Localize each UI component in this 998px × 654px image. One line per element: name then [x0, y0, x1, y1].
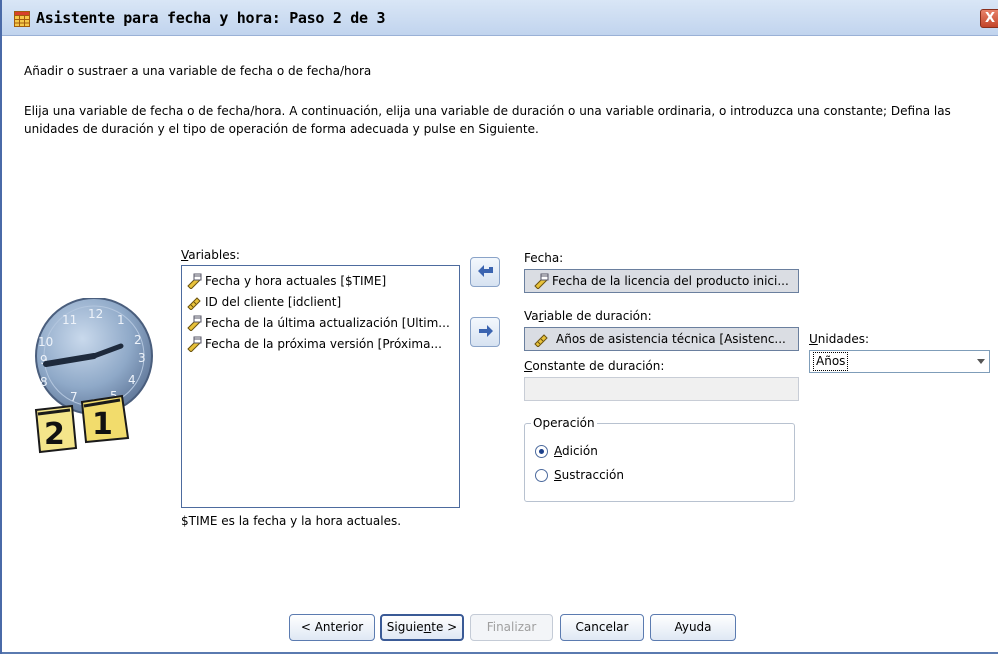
arrow-left-icon	[478, 265, 493, 277]
wizard-subtitle: Añadir o sustraer a una variable de fech…	[24, 64, 372, 78]
clock-number-3: 3	[138, 351, 146, 365]
clock-number-12: 12	[88, 307, 103, 321]
variable-label: Fecha y hora actuales [$TIME]	[205, 274, 387, 288]
wizard-window: Asistente para fecha y hora: Paso 2 de 3…	[0, 0, 998, 654]
ayuda-button[interactable]: Ayuda	[650, 614, 736, 641]
title-bar[interactable]: Asistente para fecha y hora: Paso 2 de 3…	[2, 0, 998, 36]
scale-ruler-icon	[187, 297, 201, 310]
variable-list-item[interactable]: Fecha de la próxima versión [Próxima...	[186, 335, 442, 353]
clock-number-8: 8	[40, 375, 48, 389]
cancelar-button[interactable]: Cancelar	[560, 614, 644, 641]
clock-number-4: 4	[128, 373, 136, 387]
window-title: Asistente para fecha y hora: Paso 2 de 3	[36, 9, 386, 27]
instructions-line-2: unidades de duración y el tipo de operac…	[24, 122, 539, 136]
chevron-down-icon[interactable]	[977, 359, 985, 364]
table-grid-icon	[14, 11, 30, 27]
variable-label: Fecha de la última actualización [Ultim.…	[205, 316, 450, 330]
unidades-label: Unidades:	[809, 332, 870, 346]
clock-calendar-illustration: 12 1 2 3 4 5 6 7 8 9 10 11 2 1	[34, 298, 153, 454]
variable-list-item[interactable]: Fecha y hora actuales [$TIME]	[186, 272, 386, 290]
duracion-value: Años de asistencia técnica [Asistenc...	[556, 332, 786, 346]
clock-number-10: 10	[38, 335, 53, 349]
variable-label: Fecha de la próxima versión [Próxima...	[205, 337, 442, 351]
constante-label: Constante de duración:	[524, 359, 665, 373]
instructions-line-1: Elija una variable de fecha o de fecha/h…	[24, 104, 951, 118]
date-ruler-icon	[187, 336, 202, 352]
scale-ruler-icon	[534, 334, 548, 347]
fecha-value: Fecha de la licencia del producto inici.…	[552, 274, 789, 288]
clock-number-1: 1	[117, 313, 125, 327]
siguiente-button[interactable]: Siguiente >	[380, 614, 464, 641]
date-ruler-icon	[187, 315, 202, 331]
fecha-field[interactable]: Fecha de la licencia del producto inici.…	[524, 269, 799, 293]
calendar-day-left: 2	[44, 417, 65, 452]
adicion-radio[interactable]	[535, 445, 548, 458]
duracion-label: Variable de duración:	[524, 309, 652, 323]
arrow-right-icon	[479, 325, 493, 337]
clock-number-7: 7	[70, 390, 78, 404]
clock-number-2: 2	[134, 333, 142, 347]
move-to-duracion-button[interactable]	[470, 317, 500, 347]
date-ruler-icon	[534, 273, 549, 289]
close-button[interactable]: X	[980, 9, 998, 28]
calendar-day-right: 1	[92, 407, 113, 442]
unidades-selected: Años	[812, 352, 849, 371]
time-footnote: $TIME es la fecha y la hora actuales.	[181, 514, 402, 528]
unidades-select[interactable]: Años	[809, 350, 990, 373]
move-to-fecha-button[interactable]	[470, 257, 500, 287]
date-ruler-icon	[187, 273, 202, 289]
calendar-icon: 2 1	[34, 394, 130, 454]
variable-list-item[interactable]: ID del cliente [idclient]	[186, 293, 341, 311]
clock-number-11: 11	[62, 313, 77, 327]
sustraccion-radio[interactable]	[535, 469, 548, 482]
fecha-label: Fecha:	[524, 251, 564, 265]
variable-list-item[interactable]: Fecha de la última actualización [Ultim.…	[186, 314, 450, 332]
operacion-legend: Operación	[531, 416, 597, 430]
finalizar-button[interactable]: Finalizar	[470, 614, 553, 641]
operacion-group	[524, 423, 795, 502]
sustraccion-label[interactable]: Sustracción	[554, 468, 624, 482]
constante-input[interactable]	[524, 377, 799, 401]
variable-label: ID del cliente [idclient]	[205, 295, 342, 309]
variables-label: Variables:	[181, 248, 240, 262]
anterior-button[interactable]: < Anterior	[289, 614, 375, 641]
close-icon: X	[984, 11, 996, 26]
duracion-field[interactable]: Años de asistencia técnica [Asistenc...	[524, 327, 799, 351]
adicion-label[interactable]: Adición	[554, 444, 598, 458]
variables-listbox[interactable]: Fecha y hora actuales [$TIME] ID del clie…	[181, 265, 460, 508]
